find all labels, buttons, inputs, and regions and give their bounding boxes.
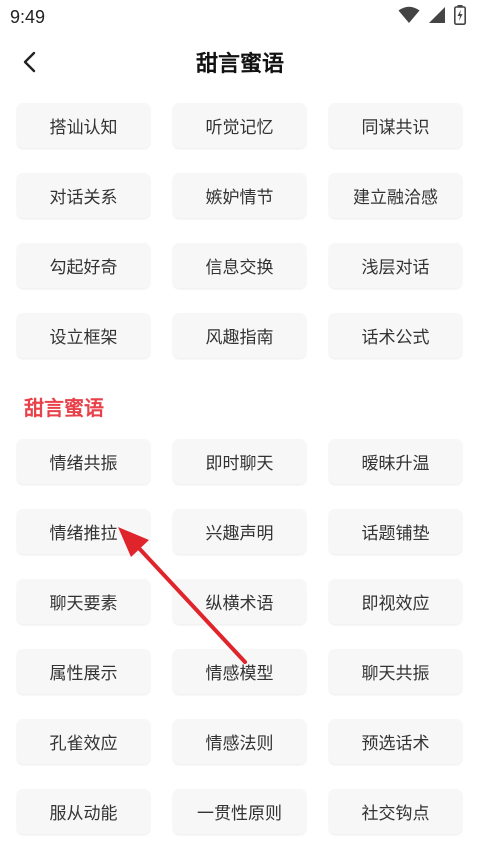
topic-tag[interactable]: 建立融洽感	[329, 173, 462, 218]
nav-bar: 甜言蜜语	[0, 34, 480, 90]
topic-tag[interactable]: 风趣指南	[173, 313, 306, 358]
topic-tag[interactable]: 情感模型	[173, 649, 306, 694]
status-icons	[398, 5, 466, 29]
topic-tag[interactable]: 预选话术	[329, 719, 462, 764]
topic-grid-sweet-talk: 情绪共振 即时聊天 暧昧升温 情绪推拉 兴趣声明 话题铺垫 聊天要素 纵横术语 …	[17, 439, 463, 834]
topic-tag[interactable]: 一贯性原则	[173, 789, 306, 834]
topic-tag[interactable]: 话术公式	[329, 313, 462, 358]
topic-tag[interactable]: 服从动能	[17, 789, 150, 834]
page-title: 甜言蜜语	[195, 52, 284, 77]
topic-tag[interactable]: 听觉记忆	[173, 103, 306, 148]
topic-tag[interactable]: 兴趣声明	[173, 509, 306, 554]
topic-tag[interactable]: 搭讪认知	[17, 103, 150, 148]
topic-tag[interactable]: 纵横术语	[173, 579, 306, 624]
topic-tag[interactable]: 聊天要素	[17, 579, 150, 624]
battery-charging-icon	[454, 5, 466, 29]
topic-tag-emotional-push-pull[interactable]: 情绪推拉	[17, 509, 150, 554]
topic-tag[interactable]: 对话关系	[17, 173, 150, 218]
topic-tag[interactable]: 聊天共振	[329, 649, 462, 694]
topic-tag[interactable]: 设立框架	[17, 313, 150, 358]
topic-tag[interactable]: 同谋共识	[329, 103, 462, 148]
topic-tag[interactable]: 社交钩点	[329, 789, 462, 834]
wifi-icon	[398, 6, 420, 28]
topic-tag[interactable]: 即视效应	[329, 579, 462, 624]
topic-tag[interactable]: 信息交换	[173, 243, 306, 288]
topic-tag[interactable]: 即时聊天	[173, 439, 306, 484]
topic-tag[interactable]: 情感法则	[173, 719, 306, 764]
topic-tag[interactable]: 勾起好奇	[17, 243, 150, 288]
section-title: 甜言蜜语	[24, 396, 104, 420]
signal-icon	[428, 6, 446, 28]
status-bar: 9:49	[0, 0, 480, 34]
topic-tag[interactable]: 情绪共振	[17, 439, 150, 484]
topic-tag[interactable]: 嫉妒情节	[173, 173, 306, 218]
status-time: 9:49	[10, 6, 46, 27]
topic-tag[interactable]: 暧昧升温	[329, 439, 462, 484]
topic-tag[interactable]: 浅层对话	[329, 243, 462, 288]
topic-tag[interactable]: 话题铺垫	[329, 509, 462, 554]
topic-tag[interactable]: 孔雀效应	[17, 719, 150, 764]
topic-grid-primary: 搭讪认知 听觉记忆 同谋共识 对话关系 嫉妒情节 建立融洽感 勾起好奇 信息交换…	[17, 103, 463, 358]
topic-tag[interactable]: 属性展示	[17, 649, 150, 694]
